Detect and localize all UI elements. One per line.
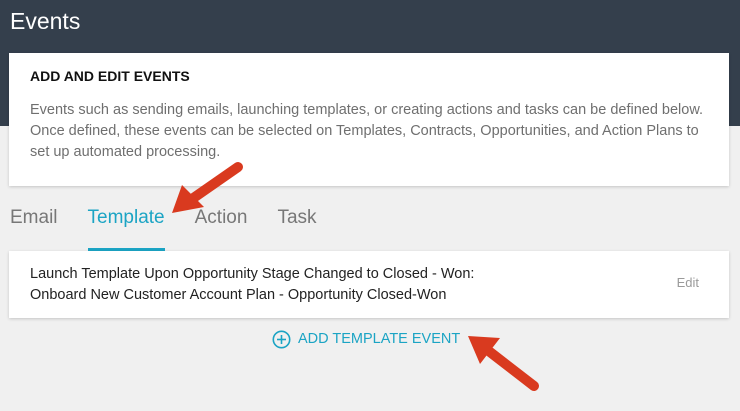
tab-email[interactable]: Email: [10, 205, 58, 251]
event-description: Launch Template Upon Opportunity Stage C…: [30, 264, 590, 306]
info-card: ADD AND EDIT EVENTS Events such as sendi…: [9, 53, 729, 186]
event-line-2: Onboard New Customer Account Plan - Oppo…: [30, 287, 447, 303]
plus-circle-icon: [272, 330, 291, 349]
add-template-event-label: ADD TEMPLATE EVENT: [298, 331, 461, 347]
info-heading: ADD AND EDIT EVENTS: [30, 68, 190, 84]
tab-task[interactable]: Task: [277, 205, 316, 251]
tab-template[interactable]: Template: [87, 205, 165, 251]
info-description: Events such as sending emails, launching…: [30, 102, 704, 160]
add-template-event-button[interactable]: ADD TEMPLATE EVENT: [272, 328, 460, 350]
event-line-1: Launch Template Upon Opportunity Stage C…: [30, 266, 475, 282]
edit-link[interactable]: Edit: [677, 275, 699, 290]
page-title: Events: [10, 8, 81, 34]
annotation-arrow-icon: [468, 336, 539, 391]
event-card: Launch Template Upon Opportunity Stage C…: [9, 251, 729, 318]
annotation-arrow-icon: [172, 162, 243, 213]
